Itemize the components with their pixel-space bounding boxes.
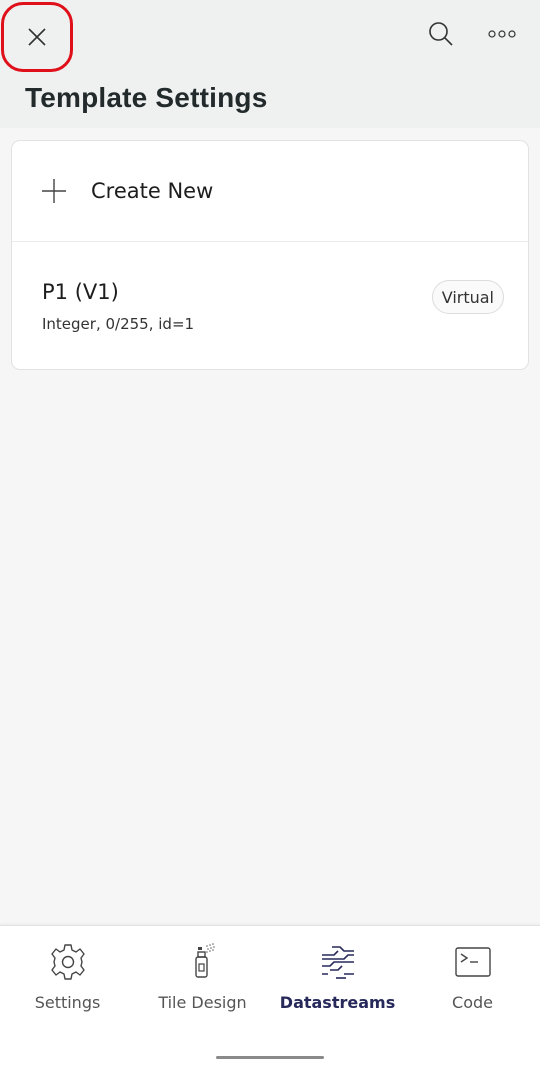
datastreams-card: Create New P1 (V1) Integer, 0/255, id=1 … bbox=[11, 140, 529, 370]
search-icon bbox=[429, 22, 453, 46]
tab-code[interactable]: Code bbox=[405, 926, 540, 1026]
plus-icon bbox=[42, 179, 66, 203]
bottom-tab-bar: Settings Tile Design Datastreams Code bbox=[0, 925, 540, 1070]
search-button[interactable] bbox=[421, 14, 461, 54]
gear-icon bbox=[50, 944, 85, 980]
tab-tile-design[interactable]: Tile Design bbox=[135, 926, 270, 1026]
close-icon bbox=[28, 28, 46, 46]
top-app-bar: Template Settings bbox=[0, 0, 540, 128]
create-new-button[interactable]: Create New bbox=[12, 141, 528, 242]
tab-label: Tile Design bbox=[158, 993, 247, 1012]
tab-settings[interactable]: Settings bbox=[0, 926, 135, 1026]
pin-type-badge: Virtual bbox=[431, 280, 504, 314]
close-button[interactable] bbox=[1, 2, 73, 72]
more-horizontal-icon bbox=[488, 30, 516, 38]
tab-label: Code bbox=[452, 993, 493, 1012]
page-title: Template Settings bbox=[25, 82, 268, 113]
datastreams-icon bbox=[321, 946, 354, 979]
more-options-button[interactable] bbox=[482, 14, 522, 54]
terminal-icon bbox=[454, 947, 491, 977]
datastream-details: Integer, 0/255, id=1 bbox=[42, 315, 195, 333]
spray-can-icon bbox=[194, 943, 215, 978]
datastream-name: P1 (V1) bbox=[42, 280, 119, 304]
datastream-item[interactable]: P1 (V1) Integer, 0/255, id=1 Virtual bbox=[12, 242, 528, 370]
tab-datastreams[interactable]: Datastreams bbox=[270, 926, 405, 1026]
tab-label: Settings bbox=[34, 993, 101, 1012]
tab-label: Datastreams bbox=[279, 993, 396, 1012]
home-indicator bbox=[216, 1056, 324, 1059]
create-new-label: Create New bbox=[91, 179, 214, 203]
